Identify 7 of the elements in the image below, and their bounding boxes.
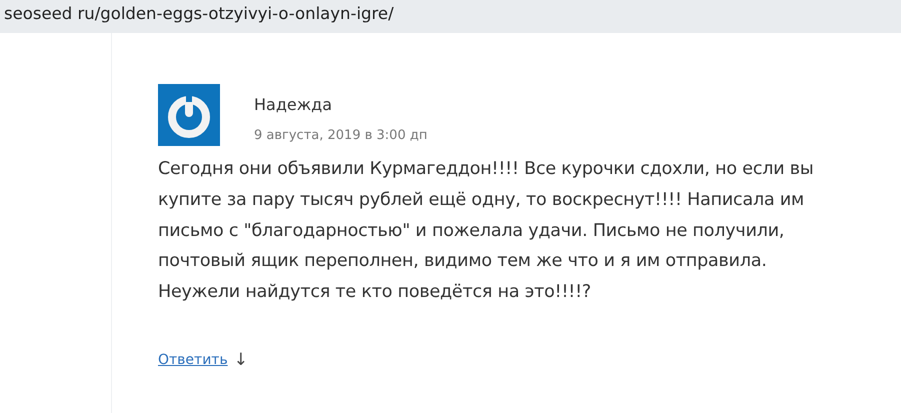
- comment-author: Надежда: [254, 95, 334, 114]
- comment-text: Сегодня они объявили Курмагеддон!!!! Все курочки сдохли, но если вы купите за пару тысяч рублей ещё одну, то воскреснут!!!! Написала им письмо с "благодарностью" и пожелала удачи. Письмо не получили, почтовый ящик переполнен, видимо тем же что и я им отправила. Неужели найдутся те кто поведётся на это!!!!?: [158, 158, 815, 304]
- page-url: seoseed ru/golden-eggs-otzyivyi-o-onlayn-igre/: [4, 4, 394, 23]
- down-arrow-icon: ↓: [234, 350, 248, 370]
- avatar-icon: [158, 84, 220, 146]
- reply-link[interactable]: Ответить: [158, 352, 228, 368]
- comment-date: 9 августа, 2019 в 3:00 дп: [254, 128, 428, 143]
